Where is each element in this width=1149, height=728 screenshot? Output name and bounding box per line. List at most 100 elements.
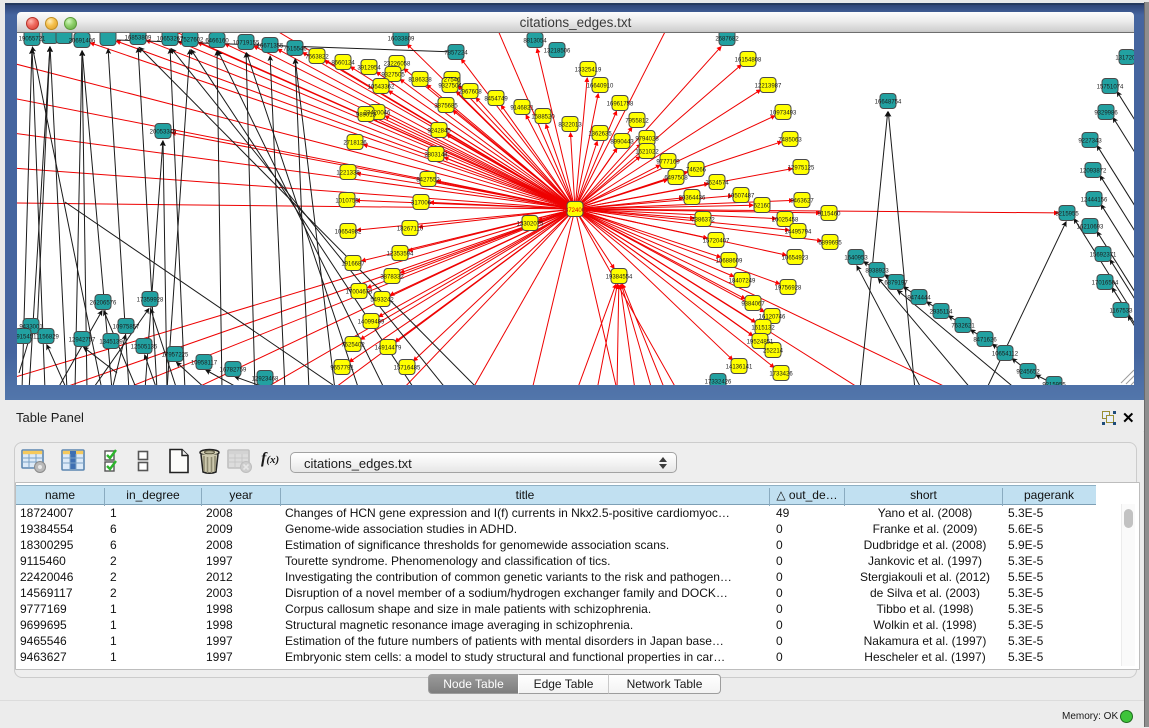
svg-text:1317204: 1317204 [1115,56,1134,62]
svg-text:7515546: 7515546 [283,47,307,53]
svg-text:12923468: 12923468 [252,377,279,383]
svg-text:20053346: 20053346 [150,130,177,136]
svg-text:14914479: 14914479 [375,346,402,352]
svg-text:2967608: 2967608 [458,90,482,96]
svg-text:9474444: 9474444 [907,296,931,302]
svg-text:7386372: 7386372 [691,218,715,224]
svg-text:6879197: 6879197 [884,281,908,287]
svg-text:1621022: 1621022 [635,150,659,156]
svg-text:17004678: 17004678 [346,290,373,296]
svg-text:10973493: 10973493 [770,111,797,117]
svg-text:13302075: 13302075 [517,222,544,228]
svg-text:18267110: 18267110 [397,227,424,233]
svg-text:8186328: 8186328 [408,78,432,84]
svg-text:16961758: 16961758 [607,102,634,108]
svg-text:16154808: 16154808 [735,58,762,64]
svg-text:9245652: 9245652 [1016,370,1040,376]
svg-text:16210693: 16210693 [1077,225,1104,231]
svg-text:17332426: 17332426 [705,380,732,386]
svg-text:10688609: 10688609 [716,259,743,265]
svg-text:17527602: 17527602 [177,38,204,44]
svg-text:3912954: 3912954 [357,66,381,72]
svg-text:9384067: 9384067 [741,302,765,308]
svg-text:9329986: 9329986 [1094,111,1118,117]
svg-text:8215955: 8215955 [1055,212,1079,218]
svg-text:8990443: 8990443 [610,140,634,146]
svg-text:746266: 746266 [686,168,707,174]
svg-text:18724007: 18724007 [562,208,589,214]
svg-text:1916687: 1916687 [341,262,365,268]
svg-text:1345139: 1345139 [99,340,123,346]
svg-text:317006: 317006 [411,201,432,207]
svg-text:1733426: 1733426 [769,372,793,378]
svg-text:10958117: 10958117 [191,361,218,367]
svg-text:3875685: 3875685 [434,104,458,110]
svg-text:7632621: 7632621 [951,324,975,330]
svg-text:19384554: 19384554 [606,275,633,281]
svg-text:12444156: 12444156 [1081,198,1108,204]
svg-text:7485063: 7485063 [778,138,802,144]
svg-text:7857224: 7857224 [444,51,468,57]
svg-text:12093872: 12093872 [1080,169,1107,175]
svg-text:16648754: 16648754 [875,100,902,106]
svg-text:62160: 62160 [754,204,771,210]
svg-text:17957225: 17957225 [162,353,189,359]
svg-text:9146821: 9146821 [510,106,534,112]
svg-text:16640910: 16640910 [587,84,614,90]
svg-text:8660124: 8660124 [331,61,355,67]
svg-text:19055721: 19055721 [19,37,46,43]
svg-text:1221338: 1221338 [336,171,360,177]
svg-text:14099489: 14099489 [358,320,385,326]
svg-text:10654982: 10654982 [335,230,362,236]
svg-text:6466160: 6466160 [205,39,229,45]
svg-text:19524851: 19524851 [747,340,774,346]
svg-text:8938923: 8938923 [865,269,889,275]
svg-text:16782759: 16782759 [220,368,247,374]
svg-text:9215955: 9215955 [1042,383,1066,386]
svg-text:16033809: 16033809 [388,37,415,43]
svg-text:14495794: 14495794 [785,230,812,236]
svg-text:11156829: 11156829 [33,335,59,341]
svg-text:12942757: 12942757 [69,338,96,344]
svg-text:15692371: 15692371 [1090,253,1117,259]
svg-text:17016504: 17016504 [1092,281,1119,287]
svg-text:23226058: 23226058 [384,62,411,68]
svg-text:10975857: 10975857 [113,325,140,331]
svg-text:9227343: 9227343 [1078,139,1102,145]
svg-text:8471626: 8471626 [973,338,997,344]
svg-text:8427552: 8427552 [416,178,440,184]
svg-text:12975125: 12975125 [788,166,815,172]
svg-text:5493242: 5493242 [370,298,394,304]
svg-text:1167533: 1167533 [1110,309,1134,315]
svg-text:3624574: 3624574 [705,181,729,187]
svg-text:1640953: 1640953 [844,256,868,262]
svg-text:9794028: 9794028 [635,137,659,143]
svg-text:9463627: 9463627 [790,199,814,205]
svg-text:10543362: 10543362 [368,85,395,91]
svg-text:991545: 991545 [17,335,34,341]
svg-text:1010755: 1010755 [335,199,359,205]
svg-text:10654112: 10654112 [992,352,1019,358]
svg-text:8813054: 8813054 [523,39,547,45]
svg-text:13218506: 13218506 [544,49,571,55]
svg-text:989013: 989013 [356,113,377,119]
svg-text:13325419: 13325419 [575,68,602,74]
svg-text:2935114: 2935114 [930,310,954,316]
svg-text:12213987: 12213987 [755,84,782,90]
svg-text:9433001: 9433001 [19,325,43,331]
svg-text:12505135: 12505135 [131,345,158,351]
svg-text:12353594: 12353594 [387,252,414,258]
svg-text:3878332: 3878332 [380,275,404,281]
svg-text:9777169: 9777169 [656,160,680,166]
svg-text:17359928: 17359928 [137,298,164,304]
svg-text:1362635: 1362635 [588,132,612,138]
svg-text:20364436: 20364436 [679,196,706,202]
svg-text:6497508: 6497508 [664,176,688,182]
svg-text:16853809: 16853809 [125,36,152,42]
svg-text:9327505: 9327505 [381,73,405,79]
svg-text:15716485: 15716485 [394,366,421,372]
svg-text:16671355: 16671355 [257,44,284,50]
svg-text:7955812: 7955812 [625,119,649,125]
svg-text:2718126: 2718126 [343,141,367,147]
svg-text:1588520: 1588520 [531,115,555,121]
